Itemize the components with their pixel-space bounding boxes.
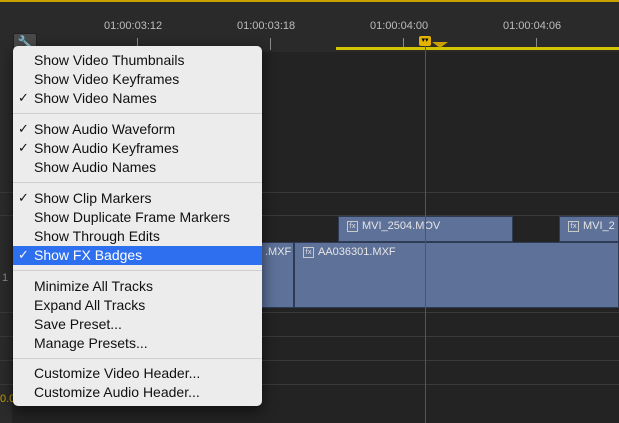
menu-item-show-audio-names[interactable]: Show Audio Names xyxy=(13,158,262,177)
ruler-tick xyxy=(270,38,271,50)
menu-item-label: Show Audio Names xyxy=(34,159,157,175)
menu-item-label: Manage Presets... xyxy=(34,335,148,351)
menu-item-show-clip-markers[interactable]: ✓ Show Clip Markers xyxy=(13,189,262,208)
menu-separator xyxy=(13,358,262,359)
track-label-fragment: 1 xyxy=(2,272,9,284)
menu-item-show-through-edits[interactable]: Show Through Edits xyxy=(13,227,262,246)
timecode-label: 01:00:03:18 xyxy=(237,20,296,32)
menu-item-show-fx-badges[interactable]: ✓ Show FX Badges xyxy=(13,246,262,265)
menu-item-label: Customize Audio Header... xyxy=(34,384,200,400)
track-headers xyxy=(0,52,12,423)
menu-item-label: Customize Video Header... xyxy=(34,365,201,381)
menu-item-show-duplicate-frame-markers[interactable]: Show Duplicate Frame Markers xyxy=(13,208,262,227)
clip-name: AA036301.MXF xyxy=(318,246,396,258)
menu-separator xyxy=(13,270,262,271)
menu-item-label: Expand All Tracks xyxy=(34,297,146,313)
checkmark-icon: ✓ xyxy=(18,191,29,206)
work-area-bar[interactable] xyxy=(336,47,619,50)
clip-name: MVI_2504.MOV xyxy=(362,220,441,232)
timecode-label: 01:00:04:06 xyxy=(503,20,562,32)
audio-clip[interactable]: fx AA036301.MXF xyxy=(294,242,619,308)
menu-item-label: Show Audio Keyframes xyxy=(34,140,179,156)
in-point-marker-icon xyxy=(432,42,448,48)
video-clip[interactable]: fx MVI_2 xyxy=(559,216,619,242)
menu-item-label: Save Preset... xyxy=(34,316,122,332)
playhead-handle[interactable]: ▾▾ xyxy=(419,36,431,46)
menu-item-label: Show Audio Waveform xyxy=(34,121,176,137)
menu-item-show-video-thumbnails[interactable]: Show Video Thumbnails xyxy=(13,51,262,70)
menu-item-label: Show FX Badges xyxy=(34,247,143,263)
menu-item-expand-all-tracks[interactable]: Expand All Tracks xyxy=(13,296,262,315)
menu-item-label: Show Duplicate Frame Markers xyxy=(34,209,231,225)
fx-badge-icon: fx xyxy=(568,220,579,232)
menu-item-label: Minimize All Tracks xyxy=(34,278,154,294)
menu-item-label: Show Through Edits xyxy=(34,228,160,244)
menu-item-label: Show Clip Markers xyxy=(34,190,152,206)
menu-item-label: Show Video Names xyxy=(34,90,157,106)
menu-item-minimize-all-tracks[interactable]: Minimize All Tracks xyxy=(13,277,262,296)
clip-name: MVI_2 xyxy=(583,220,615,232)
checkmark-icon: ✓ xyxy=(18,141,29,156)
fx-badge-icon: fx xyxy=(303,246,314,258)
menu-item-show-audio-keyframes[interactable]: ✓ Show Audio Keyframes xyxy=(13,139,262,158)
menu-item-show-audio-waveform[interactable]: ✓ Show Audio Waveform xyxy=(13,120,262,139)
checkmark-icon: ✓ xyxy=(18,248,29,263)
menu-item-show-video-keyframes[interactable]: Show Video Keyframes xyxy=(13,70,262,89)
timeline-settings-menu: Show Video Thumbnails Show Video Keyfram… xyxy=(13,46,262,406)
timecode-label: 01:00:03:12 xyxy=(104,20,163,32)
fx-badge-icon: fx xyxy=(347,220,358,232)
clip-name: .MXF xyxy=(265,246,292,258)
menu-separator xyxy=(13,182,262,183)
menu-item-show-video-names[interactable]: ✓ Show Video Names xyxy=(13,89,262,108)
checkmark-icon: ✓ xyxy=(18,91,29,106)
menu-separator xyxy=(13,113,262,114)
playhead-line[interactable] xyxy=(425,44,426,423)
menu-item-customize-video-header[interactable]: Customize Video Header... xyxy=(13,364,262,383)
checkmark-icon: ✓ xyxy=(18,122,29,137)
menu-item-customize-audio-header[interactable]: Customize Audio Header... xyxy=(13,383,262,402)
menu-item-save-preset[interactable]: Save Preset... xyxy=(13,315,262,334)
timecode-label: 01:00:04:00 xyxy=(370,20,429,32)
menu-item-label: Show Video Thumbnails xyxy=(34,52,185,68)
ruler-top-line xyxy=(0,0,619,2)
menu-item-label: Show Video Keyframes xyxy=(34,71,180,87)
menu-item-manage-presets[interactable]: Manage Presets... xyxy=(13,334,262,353)
